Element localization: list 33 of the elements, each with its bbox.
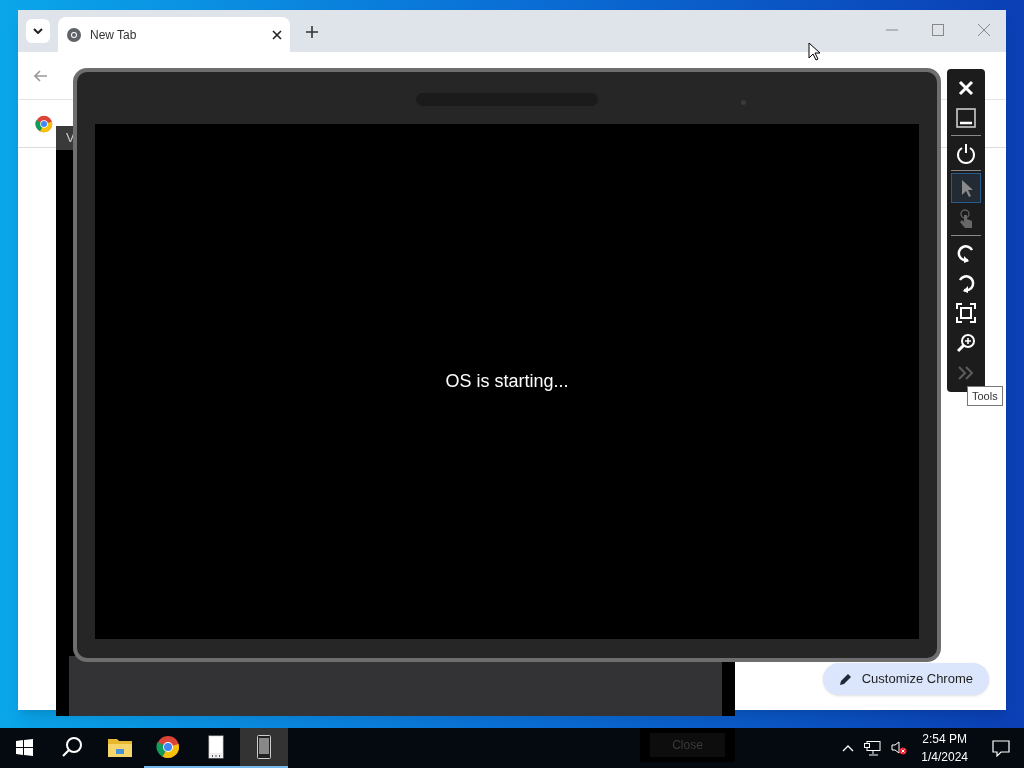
search-icon [61,736,83,758]
windows-logo-icon [15,738,33,756]
folder-icon [108,737,132,757]
clock-time: 2:54 PM [922,731,967,748]
zoom-in-icon[interactable] [955,332,977,354]
network-icon[interactable] [864,740,882,756]
boot-status-text: OS is starting... [445,370,569,393]
power-icon[interactable] [955,142,977,164]
customize-chrome-button[interactable]: Customize Chrome [822,663,989,695]
back-arrow-icon[interactable] [34,69,48,82]
chrome-tab-icon [66,26,82,43]
browser-tab[interactable]: New Tab [58,17,290,52]
new-tab-icon[interactable] [306,26,318,38]
muted-speaker-icon[interactable] [891,741,908,755]
minimize-icon[interactable] [955,107,977,129]
chevron-up-icon[interactable] [842,744,855,752]
close-icon[interactable] [272,29,282,40]
tab-search-button[interactable] [26,19,50,43]
clock[interactable]: 2:54 PM 1/4/2024 [921,730,968,766]
notifications-icon[interactable] [992,739,1010,757]
phone-icon [257,735,271,759]
fullscreen-icon[interactable] [955,302,977,324]
taskbar-button[interactable] [240,728,288,768]
chrome-logo-icon [156,735,180,759]
tooltip: Tools [967,386,1003,406]
clock-date: 1/4/2024 [921,749,968,766]
pencil-icon [838,672,853,686]
chevron-down-icon [33,28,43,34]
tab-title: New Tab [90,26,138,44]
tablet-icon [208,735,224,759]
mouse-cursor-icon [808,42,820,61]
maximize-icon[interactable] [932,24,944,36]
chrome-logo-icon [35,114,53,133]
